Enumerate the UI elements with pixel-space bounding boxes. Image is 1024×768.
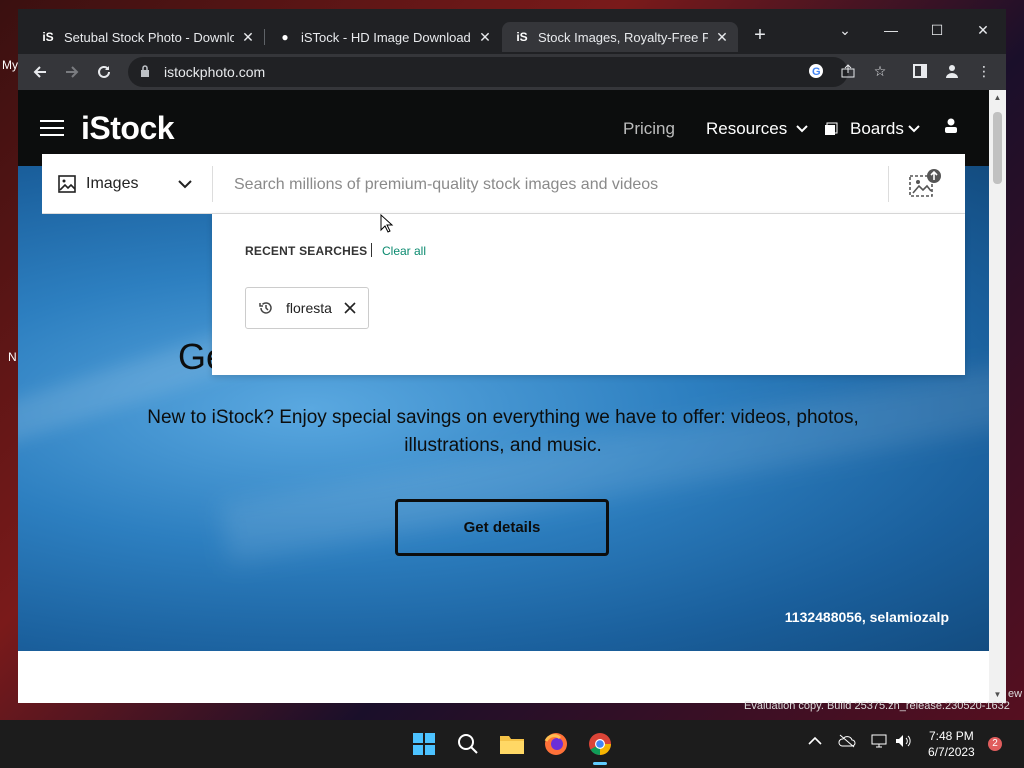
back-arrow-icon[interactable]: [27, 59, 53, 85]
hero-description: New to iStock? Enjoy special savings on …: [147, 407, 859, 456]
side-panel-icon[interactable]: [908, 59, 932, 83]
chevron-down-icon: [908, 125, 920, 133]
chevron-down-icon: [178, 180, 192, 189]
mouse-cursor-icon: [380, 214, 394, 233]
maximize-button[interactable]: ☐: [914, 15, 960, 45]
downloader-favicon-icon: ●: [281, 30, 289, 44]
minimize-button[interactable]: —: [868, 15, 914, 45]
recent-searches-title: RECENT SEARCHES: [245, 244, 368, 258]
nav-boards-menu[interactable]: Boards: [824, 119, 920, 139]
lock-icon: [140, 64, 154, 80]
page-scrollbar[interactable]: ▲ ▼: [989, 90, 1006, 703]
nav-pricing-link[interactable]: Pricing: [623, 119, 675, 139]
search-bar: Images: [42, 154, 965, 214]
boards-icon: [825, 122, 838, 135]
firefox-icon[interactable]: [542, 730, 570, 758]
active-app-indicator: [593, 762, 607, 765]
scrollbar-thumb[interactable]: [993, 112, 1002, 184]
recent-search-term: floresta: [286, 300, 332, 316]
visual-search-upload-icon[interactable]: [908, 168, 942, 200]
tab-title: Setubal Stock Photo - Download: [64, 29, 234, 45]
volume-icon[interactable]: [895, 734, 913, 751]
remove-close-icon[interactable]: [344, 302, 356, 314]
image-icon: [58, 175, 76, 193]
tab-search-button[interactable]: ⌄: [822, 15, 868, 45]
cloud-offline-icon[interactable]: [838, 734, 856, 751]
divider: [888, 166, 889, 202]
network-icon[interactable]: [871, 734, 889, 751]
chrome-icon[interactable]: [586, 730, 614, 758]
bookmark-star-icon[interactable]: ☆: [868, 59, 892, 83]
desktop-icon-label: ew: [1008, 688, 1023, 700]
scroll-up-icon[interactable]: ▲: [989, 92, 1006, 104]
divider: [371, 243, 372, 257]
tab-setubal[interactable]: iS Setubal Stock Photo - Download ✕: [28, 22, 264, 52]
reload-icon[interactable]: [91, 59, 117, 85]
notification-badge[interactable]: 2: [988, 737, 1002, 751]
tab-close-icon[interactable]: ✕: [240, 29, 256, 46]
recent-searches-dropdown: RECENT SEARCHES Clear all floresta: [212, 214, 965, 375]
tab-strip: iS Setubal Stock Photo - Download ✕ ● iS…: [18, 9, 1006, 54]
get-details-button[interactable]: Get details: [395, 499, 609, 556]
tab-close-icon[interactable]: ✕: [477, 29, 493, 46]
clear-all-link[interactable]: Clear all: [382, 244, 426, 258]
windows-start-icon[interactable]: [410, 730, 438, 758]
user-account-icon[interactable]: [944, 118, 960, 136]
media-type-label: Images: [86, 175, 139, 192]
desktop-left-edge: My N: [0, 0, 18, 768]
nav-resources-label: Resources: [706, 119, 788, 138]
profile-icon[interactable]: [940, 59, 964, 83]
istock-logo[interactable]: iStock: [81, 110, 175, 147]
share-icon[interactable]: [836, 59, 860, 83]
address-bar[interactable]: istockphoto.com: [128, 57, 848, 87]
search-icon[interactable]: [454, 730, 482, 758]
clock-time: 7:48 PM: [929, 729, 974, 743]
new-tab-button[interactable]: +: [748, 23, 772, 47]
menu-kebab-icon[interactable]: ⋮: [972, 59, 996, 83]
tab-title: iSTock - HD Image Downloader: [301, 29, 471, 45]
nav-resources-menu[interactable]: Resources: [706, 119, 808, 139]
clock-date: 6/7/2023: [928, 745, 975, 759]
system-clock[interactable]: 7:48 PM 6/7/2023: [928, 728, 975, 760]
forward-arrow-icon[interactable]: [59, 59, 85, 85]
browser-window: iS Setubal Stock Photo - Download ✕ ● iS…: [18, 9, 1006, 703]
tab-title: Stock Images, Royalty-Free Pictu: [538, 29, 708, 45]
search-input[interactable]: [232, 169, 886, 201]
tab-downloader[interactable]: ● iSTock - HD Image Downloader ✕: [265, 22, 501, 52]
windows-watermark: Evaluation copy. Build 25375.zn_release.…: [744, 700, 1010, 712]
taskbar: 7:48 PM 6/7/2023 2: [0, 720, 1024, 768]
tab-close-icon[interactable]: ✕: [714, 29, 730, 46]
image-credit: 1132488056, selamiozalp: [784, 609, 949, 625]
tab-istock-active[interactable]: iS Stock Images, Royalty-Free Pictu ✕: [502, 22, 738, 52]
chevron-down-icon: [796, 125, 808, 133]
media-type-select[interactable]: Images: [42, 154, 212, 214]
google-icon[interactable]: G: [804, 59, 828, 83]
istock-favicon-icon: iS: [42, 30, 54, 44]
browser-toolbar: istockphoto.com G ☆ ⋮: [18, 54, 1006, 90]
chevron-up-icon[interactable]: [808, 734, 822, 749]
close-window-button[interactable]: ✕: [960, 15, 1006, 45]
history-icon: [259, 302, 272, 314]
svg-text:G: G: [812, 66, 821, 78]
webpage: iStock Pricing Resources Boards Ge New t…: [18, 90, 989, 703]
nav-boards-label: Boards: [850, 119, 904, 138]
divider: [212, 166, 213, 202]
hamburger-menu-icon[interactable]: [40, 120, 64, 136]
url-text: istockphoto.com: [164, 64, 266, 80]
desktop-icon-label[interactable]: N: [8, 350, 17, 364]
recent-search-chip[interactable]: floresta: [245, 287, 369, 329]
file-explorer-icon[interactable]: [498, 730, 526, 758]
istock-favicon-icon: iS: [516, 30, 528, 44]
desktop-icon-label[interactable]: My: [2, 58, 18, 72]
